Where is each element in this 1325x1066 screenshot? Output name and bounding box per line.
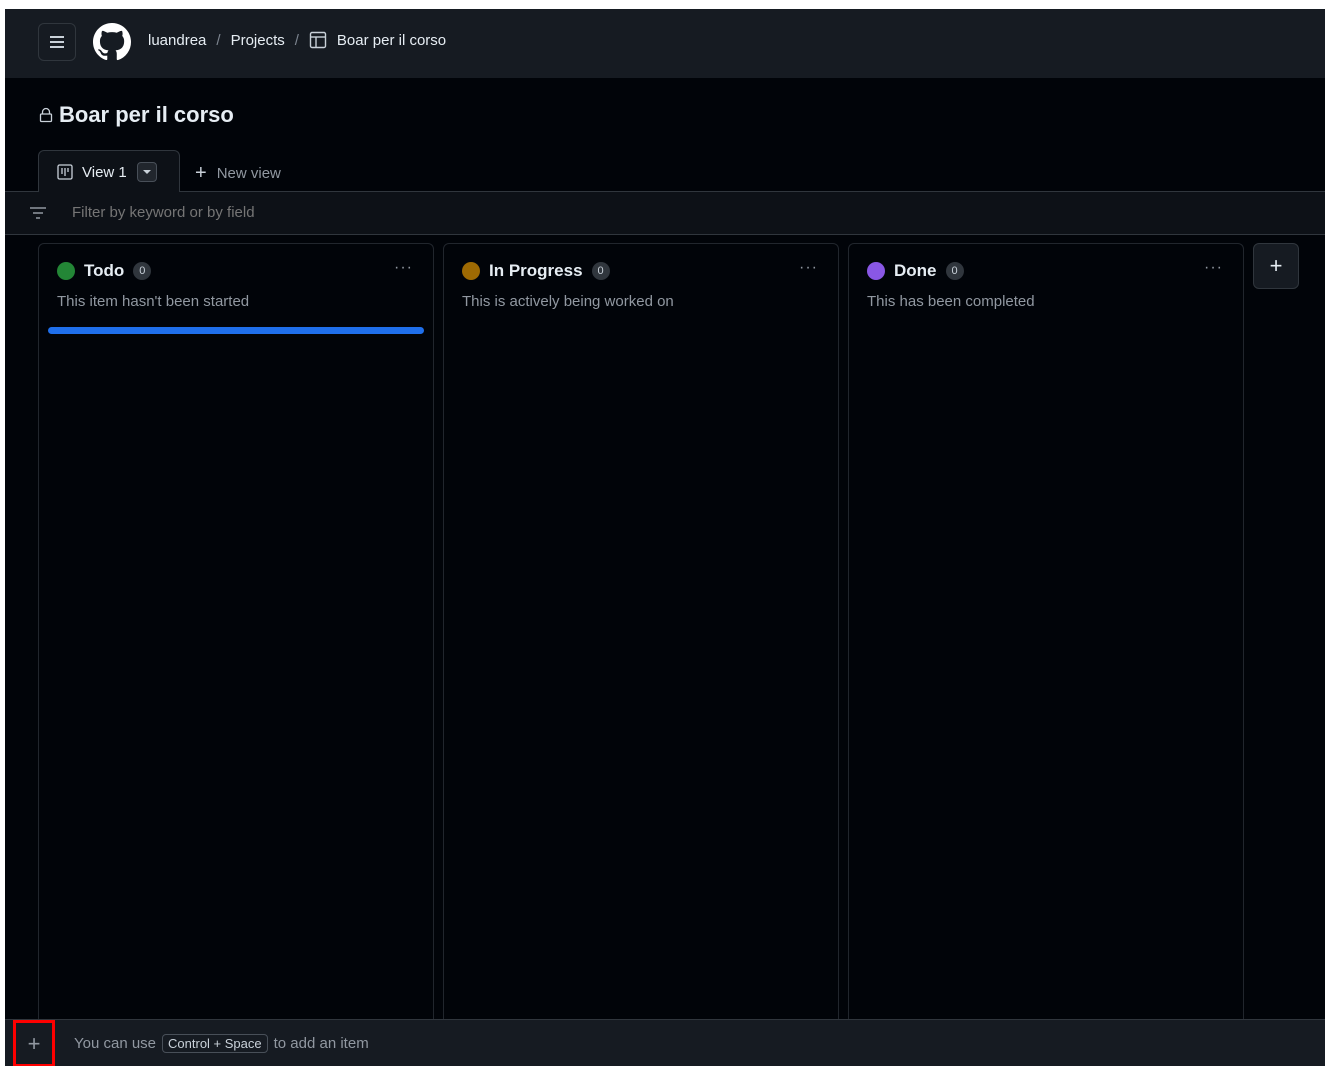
column-header: Todo 0 <box>57 261 152 281</box>
new-view-label: New view <box>216 165 281 182</box>
column-title: Done <box>894 261 937 280</box>
breadcrumb-owner[interactable]: luandrea <box>148 32 206 49</box>
project-title: Boar per il corso <box>39 102 234 128</box>
tab-view-1-label: View 1 <box>82 163 127 181</box>
column-header: Done 0 <box>867 261 964 281</box>
board-view-icon <box>57 164 73 180</box>
top-navigation: luandrea / Projects / Boar per il corso <box>5 9 1325 78</box>
menu-button[interactable] <box>38 23 76 61</box>
hint-text-after: to add an item <box>273 1035 369 1052</box>
status-dot <box>462 262 480 280</box>
column-description: This has been completed <box>867 293 1035 310</box>
view-tabs: View 1 + New view <box>5 150 1325 193</box>
app-window: luandrea / Projects / Boar per il corso … <box>5 9 1325 1066</box>
filter-input[interactable] <box>72 204 672 221</box>
breadcrumb-separator: / <box>294 31 299 49</box>
column-title: In Progress <box>489 261 583 280</box>
add-item-hint: You can use Control + Space to add an it… <box>74 1034 369 1053</box>
project-title-text: Boar per il corso <box>59 102 234 127</box>
breadcrumb: luandrea / Projects / Boar per il corso <box>148 31 446 49</box>
plus-icon: + <box>195 162 207 184</box>
column-more-options-button[interactable]: ··· <box>1204 259 1223 277</box>
item-count-badge: 0 <box>945 262 964 280</box>
item-count-badge: 0 <box>133 262 152 280</box>
table-icon <box>309 31 327 49</box>
breadcrumb-projects[interactable]: Projects <box>231 32 285 49</box>
column-done: Done 0 ··· This has been completed <box>848 243 1244 1033</box>
status-dot <box>57 262 75 280</box>
chevron-down-icon <box>142 170 151 174</box>
new-view-button[interactable]: + New view <box>195 162 281 185</box>
column-title: Todo <box>84 261 125 280</box>
status-dot <box>867 262 885 280</box>
lock-icon <box>39 107 53 123</box>
add-item-button[interactable]: + <box>13 1020 55 1066</box>
keyboard-shortcut: Control + Space <box>162 1034 268 1053</box>
filter-bar <box>5 192 1325 235</box>
column-in-progress: In Progress 0 ··· This is actively being… <box>443 243 839 1033</box>
hamburger-icon <box>50 36 64 48</box>
column-more-options-button[interactable]: ··· <box>799 259 818 277</box>
tab-view-1[interactable]: View 1 <box>38 150 180 193</box>
filter-icon <box>29 206 47 220</box>
breadcrumb-separator: / <box>216 31 221 49</box>
column-header: In Progress 0 <box>462 261 610 281</box>
breadcrumb-project[interactable]: Boar per il corso <box>337 32 446 49</box>
github-logo-icon[interactable] <box>93 23 131 61</box>
column-todo: Todo 0 ··· This item hasn't been started <box>38 243 434 1033</box>
add-column-button[interactable]: + <box>1253 243 1299 289</box>
column-description: This is actively being worked on <box>462 293 674 310</box>
column-description: This item hasn't been started <box>57 293 250 310</box>
view-options-button[interactable] <box>136 162 157 182</box>
column-more-options-button[interactable]: ··· <box>394 259 413 277</box>
hint-text-before: You can use <box>74 1035 157 1052</box>
board: Todo 0 ··· This item hasn't been started… <box>5 235 1325 1033</box>
add-item-bar: + You can use Control + Space to add an … <box>5 1019 1325 1066</box>
item-count-badge: 0 <box>591 262 610 280</box>
drop-indicator <box>48 327 424 334</box>
